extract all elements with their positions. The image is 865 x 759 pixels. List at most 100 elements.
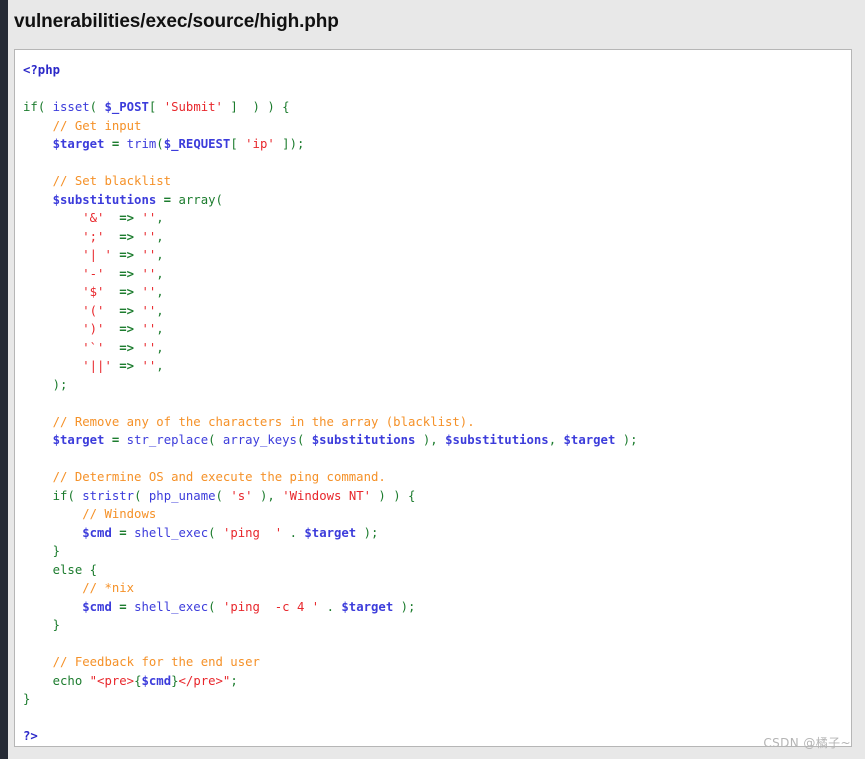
code-token-pun: ( [208,599,223,614]
code-token-pun: . [282,525,305,540]
code-token-pun: ); [52,377,68,392]
code-token-op: => [119,359,135,373]
code-token-op: = [104,137,127,151]
code-token-str: '| ' [82,248,112,262]
code-token-op: => [119,285,135,299]
code-token-pun: , [156,248,164,262]
code-token-pun: ( [208,433,223,447]
code-token-pun: , [548,433,564,447]
code-line: '-' => '', [23,265,851,284]
code-line: ​ [23,80,851,99]
code-token-tag: ?> [23,729,38,743]
code-token-pun: { [82,562,98,577]
code-token-op: => [119,211,135,225]
code-token-com: // Feedback for the end user [52,655,260,669]
code-token-var: $target [341,599,394,614]
code-token-pun: ( [67,488,83,503]
code-token-str: '' [141,248,157,262]
page-body: vulnerabilities/exec/source/high.php <?p… [8,0,865,759]
code-line: // Get input [23,117,851,136]
code-line: ';' => '', [23,228,851,247]
code-token-fn: php_uname [148,488,216,503]
code-token-str: 'ping -c 4 ' [222,599,320,614]
code-token-com: // *nix [82,581,135,595]
code-token-pun: ) ) { [371,488,416,503]
code-line: // Windows [23,505,851,524]
code-line: ​ [23,635,851,654]
code-token-str: '' [141,285,157,299]
code-token-str: '' [141,359,157,373]
code-token-kw: array [178,192,216,207]
code-token-op: = [104,433,127,447]
code-token-op: => [119,229,135,244]
code-token-str: '' [141,229,157,244]
code-token-pun: ), [252,488,283,503]
code-token-var: $substitutions [311,433,416,447]
code-token-pun: , [156,322,164,336]
code-line: if( stristr( php_uname( 's' ), 'Windows … [23,487,851,506]
screenshot-page: vulnerabilities/exec/source/high.php <?p… [0,0,865,759]
code-line: $cmd = shell_exec( 'ping ' . $target ); [23,524,851,543]
code-token-kw: if [52,488,68,503]
code-token-pun: ] ) ) { [222,100,290,114]
code-token-var: $target [52,433,105,447]
code-token-pun: ( [215,488,231,503]
code-token-fn: array_keys [222,433,297,447]
code-token-pun: , [156,285,164,299]
code-token-str: </pre>" [178,673,231,688]
code-token-var: $cmd [82,599,112,614]
code-line: } [23,616,851,635]
code-line: else { [23,561,851,580]
code-token-pun: , [156,359,164,373]
code-token-var: $_REQUEST [163,137,231,151]
code-token-pun: } [52,618,61,632]
code-token-pun: , [156,266,164,281]
code-token-pun: ( [208,525,223,540]
code-token-str: '||' [82,359,112,373]
code-token-pun: ( [37,100,53,114]
code-line: $cmd = shell_exec( 'ping -c 4 ' . $targe… [23,598,851,617]
code-token-com: // Get input [52,118,142,133]
code-line: '`' => '', [23,339,851,358]
code-token-str: 's' [230,488,253,503]
code-line: echo "<pre>{$cmd}</pre>"; [23,672,851,691]
code-token-kw: if [23,100,38,114]
code-token-pun: ( [134,488,149,503]
source-code-panel[interactable]: <?php​if( isset( $_POST[ 'Submit' ] ) ) … [14,49,852,747]
code-token-pun: ), [415,433,446,447]
code-token-pun: . [319,599,342,614]
code-token-str: '' [141,340,157,355]
code-token-str: '' [141,266,157,281]
code-token-pun: , [156,340,164,355]
page-left-rail [0,0,8,759]
code-token-kw: else [52,562,83,577]
code-token-pun: ); [393,599,416,614]
code-line: ​ [23,394,851,413]
code-token-pun: } [52,544,61,558]
code-token-pun: ( [89,100,105,114]
code-line: // Set blacklist [23,172,851,191]
code-line: '&' => '', [23,209,851,228]
